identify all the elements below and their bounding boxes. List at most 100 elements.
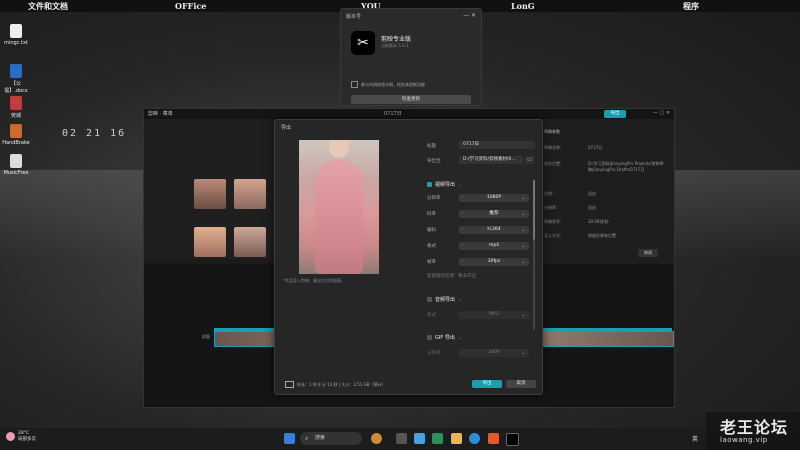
popup-window-controls[interactable]: — ✕ <box>463 12 476 19</box>
project-title: 0717日 <box>384 111 402 117</box>
media-thumbnail[interactable] <box>234 179 266 209</box>
chevron-down-icon: ⌄ <box>458 297 462 302</box>
cancel-button[interactable]: 取消 <box>506 380 536 388</box>
media-thumbnail[interactable] <box>194 227 226 257</box>
edit-params-button[interactable]: 修改 <box>638 249 658 257</box>
chevron-down-icon: ⌄ <box>521 350 525 355</box>
cover-track-label[interactable]: 封面 <box>202 334 210 340</box>
param-value: D:/学习资料/JianyingPro Projects/剪映草稿/Jianyi… <box>588 161 664 172</box>
cover-preview-image[interactable] <box>299 140 379 274</box>
export-button[interactable]: 导出 <box>472 380 502 388</box>
store-icon[interactable] <box>414 433 425 444</box>
popup-title: 版本号 <box>346 14 362 20</box>
scrollbar-thumb[interactable] <box>533 180 535 240</box>
draft-params-panel: 草稿参数 草稿名称： 0717日 保存位置： D:/学习资料/JianyingP… <box>540 119 674 264</box>
chevron-down-icon: ⌄ <box>458 182 462 187</box>
chevron-down-icon: ⌄ <box>521 312 525 317</box>
beta-checkbox[interactable]: 参与内测体验计划，抢先体验新功能 <box>351 81 425 88</box>
widget-icon[interactable] <box>371 433 382 444</box>
folder-label-programs[interactable]: 程序 <box>683 0 699 12</box>
video-export-section[interactable]: 视频导出 ⌄ <box>427 181 461 188</box>
folder-icon[interactable]: ▭ <box>525 156 534 164</box>
media-thumbnail[interactable] <box>194 179 226 209</box>
gif-resolution-select[interactable]: 240P ⌄ <box>459 349 529 357</box>
desktop-icon-docx[interactable]: 【公需】.docx <box>1 64 31 94</box>
param-value: 保留在原有位置 <box>588 233 616 238</box>
site-watermark: 老王论坛 laowang.vip <box>706 412 800 450</box>
video-export-checkbox-icon[interactable] <box>427 182 432 187</box>
chevron-down-icon: ⌄ <box>457 335 462 340</box>
framerate-select[interactable]: 30fps ⌄ <box>459 258 529 266</box>
editor-export-button[interactable]: 导出 <box>604 110 626 118</box>
gif-export-section[interactable]: GIF 导出 ⌄ <box>427 334 461 341</box>
media-thumbnail[interactable] <box>234 227 266 257</box>
gif-export-checkbox-icon[interactable] <box>427 335 432 340</box>
audio-export-checkbox-icon[interactable] <box>427 297 432 302</box>
watermark-line1: 老王论坛 <box>720 418 789 437</box>
windows-start-icon[interactable] <box>284 433 295 444</box>
chevron-down-icon: ⌄ <box>521 243 525 248</box>
weather-widget[interactable]: 28°C 局部多云 <box>6 431 36 442</box>
check-update-button[interactable]: 检查更新 <box>351 95 471 104</box>
cover-note: *作品导入剪映，建议比对封面图。 <box>283 278 345 283</box>
checkbox-icon <box>351 81 358 88</box>
media-panel <box>144 119 274 259</box>
popup-version: 当前版本 5.0.1 <box>381 43 409 48</box>
chevron-down-icon: ⌄ <box>521 227 525 232</box>
chevron-down-icon: ⌄ <box>521 211 525 216</box>
file-explorer-icon[interactable] <box>451 433 462 444</box>
popup-app-name: 剪映专业版 <box>381 36 412 43</box>
text-file-icon <box>10 24 22 38</box>
export-info: 时长：1 时 8 分 13 秒 | 大小：3.51 GB（预计） <box>285 381 385 388</box>
audio-format-select[interactable]: MP3 ⌄ <box>459 311 529 319</box>
app-icon[interactable] <box>432 433 443 444</box>
title-label: 标题 <box>427 144 436 149</box>
editor-window-controls[interactable]: — ▢ ✕ <box>653 110 670 116</box>
title-input[interactable]: 0717日 <box>459 141 535 149</box>
codec-select[interactable]: H.264 ⌄ <box>459 226 529 234</box>
bitrate-select[interactable]: 推荐 ⌄ <box>459 210 529 218</box>
folder-label-long[interactable]: LonG <box>511 0 535 12</box>
film-icon <box>285 381 294 388</box>
app-icon[interactable] <box>488 433 499 444</box>
export-path-label: 导出至 <box>427 159 441 164</box>
watermark-line2: laowang.vip <box>720 436 768 444</box>
export-path-input[interactable]: D:/学习资料/剪映素材/0... <box>459 156 523 164</box>
codec-label: 编码 <box>427 228 436 233</box>
audio-export-section[interactable]: 音频导出 ⌄ <box>427 296 461 303</box>
format-select[interactable]: mp4 ⌄ <box>459 242 529 250</box>
editor-brand[interactable]: 剪映 · 菜单 <box>148 110 173 117</box>
param-value: 适应 <box>588 191 596 196</box>
export-dialog: 导出 *作品导入剪映，建议比对封面图。 标题 0717日 导出至 D:/学习资料… <box>274 119 543 395</box>
desktop-icon-mingc[interactable]: mingc.txt <box>1 24 31 46</box>
folder-label-office[interactable]: OFFice <box>175 0 206 12</box>
dialog-scrollbar[interactable] <box>533 180 535 330</box>
tray-language[interactable]: 英 <box>692 434 698 443</box>
chevron-down-icon: ⌄ <box>521 195 525 200</box>
desktop-icon-musicfree[interactable]: MusicFree <box>1 154 31 176</box>
draft-params-header: 草稿参数 <box>544 129 560 134</box>
param-label: 保存位置： <box>544 161 564 166</box>
desktop-clock-widget: 02 21 16 <box>62 128 127 139</box>
task-view-icon[interactable] <box>396 433 407 444</box>
update-popup: 版本号 — ✕ ✂ 剪映专业版 当前版本 5.0.1 参与内测体验计划，抢先体验… <box>340 8 482 106</box>
taskbar-search[interactable]: ⌕ 搜索 <box>300 432 362 445</box>
capcut-taskbar-icon[interactable] <box>506 433 519 446</box>
edge-browser-icon[interactable] <box>469 433 480 444</box>
desktop-icon-app[interactable]: 荧城 <box>1 96 31 119</box>
resolution-select[interactable]: 1080P ⌄ <box>459 194 529 202</box>
param-label: 导入方式： <box>544 233 564 238</box>
preview-figure-head <box>329 140 349 158</box>
search-icon: ⌕ <box>305 435 309 442</box>
desktop-icon-handbrake[interactable]: HandBrake <box>1 124 31 146</box>
handbrake-icon <box>10 124 22 138</box>
chevron-down-icon: ⌄ <box>521 259 525 264</box>
format-label: 格式 <box>427 244 436 249</box>
resolution-label: 分辨率 <box>427 196 441 201</box>
export-dialog-title: 导出 <box>281 125 292 131</box>
param-value: 适应 <box>588 205 596 210</box>
folder-label-documents[interactable]: 文件和文档 <box>28 0 68 12</box>
music-icon <box>10 154 22 168</box>
weather-desc: 局部多云 <box>18 437 36 442</box>
param-label: 草稿帧率： <box>544 219 564 224</box>
